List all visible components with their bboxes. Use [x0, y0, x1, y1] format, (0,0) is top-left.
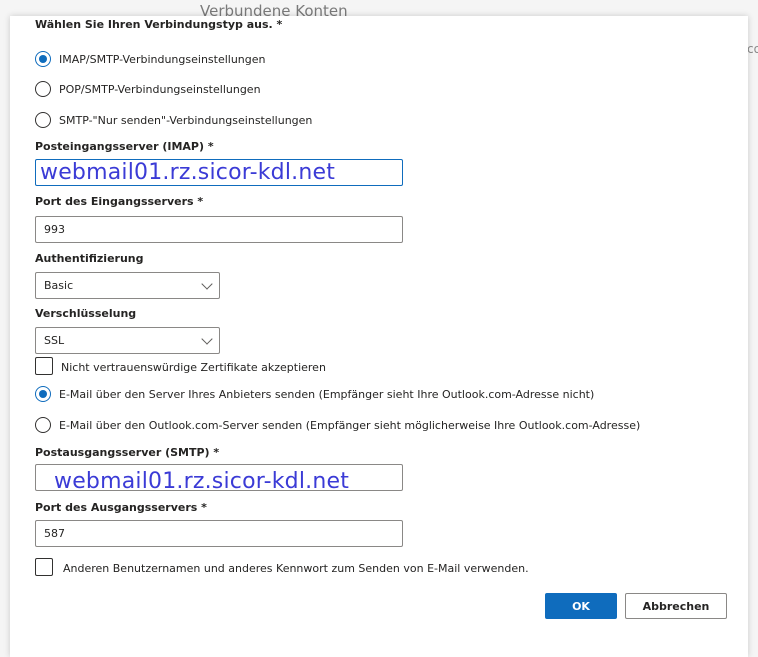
radio-pop-smtp-indicator[interactable]	[35, 81, 51, 97]
radio-smtp-send-only[interactable]: SMTP-"Nur senden"-Verbindungseinstellung…	[35, 111, 435, 131]
chevron-down-icon	[201, 332, 213, 345]
untrusted-cert-checkbox-row[interactable]: Nicht vertrauenswürdige Zertifikate akze…	[35, 357, 435, 377]
outgoing-port-input[interactable]: 587	[35, 520, 403, 547]
alt-credentials-checkbox[interactable]	[35, 558, 53, 576]
radio-send-outlook-server[interactable]: E-Mail über den Outlook.com-Server sende…	[35, 416, 745, 436]
account-settings-dialog: Wählen Sie Ihren Verbindungstyp aus. * I…	[10, 16, 748, 657]
authentication-select[interactable]: Basic	[35, 272, 220, 299]
radio-pop-smtp-label: POP/SMTP-Verbindungseinstellungen	[59, 83, 261, 96]
alt-credentials-label: Anderen Benutzernamen und anderes Kennwo…	[63, 562, 529, 575]
radio-imap-smtp-label: IMAP/SMTP-Verbindungseinstellungen	[59, 53, 266, 66]
radio-send-provider-server-label: E-Mail über den Server Ihres Anbieters s…	[59, 388, 595, 401]
incoming-server-label: Posteingangsserver (IMAP) *	[35, 140, 214, 153]
radio-send-provider-server-indicator[interactable]	[35, 386, 51, 402]
radio-send-outlook-server-indicator[interactable]	[35, 417, 51, 433]
untrusted-cert-label: Nicht vertrauenswürdige Zertifikate akze…	[61, 361, 326, 374]
ok-button[interactable]: OK	[545, 593, 617, 619]
encryption-select[interactable]: SSL	[35, 327, 220, 354]
radio-smtp-send-only-indicator[interactable]	[35, 112, 51, 128]
background-cut-text: co	[747, 42, 758, 56]
untrusted-cert-checkbox[interactable]	[35, 357, 53, 375]
authentication-label: Authentifizierung	[35, 252, 144, 265]
radio-send-outlook-server-label: E-Mail über den Outlook.com-Server sende…	[59, 419, 641, 432]
incoming-server-value: webmail01.rz.sicor-kdl.net	[40, 160, 336, 185]
cancel-button[interactable]: Abbrechen	[625, 593, 727, 619]
encryption-value: SSL	[44, 334, 65, 347]
outgoing-server-value: webmail01.rz.sicor-kdl.net	[54, 469, 350, 494]
radio-imap-smtp[interactable]: IMAP/SMTP-Verbindungseinstellungen	[35, 50, 435, 70]
incoming-port-label: Port des Eingangsservers *	[35, 195, 204, 208]
outgoing-port-label: Port des Ausgangsservers *	[35, 501, 207, 514]
radio-imap-smtp-indicator[interactable]	[35, 51, 51, 67]
chevron-down-icon	[201, 277, 213, 290]
radio-smtp-send-only-label: SMTP-"Nur senden"-Verbindungseinstellung…	[59, 114, 313, 127]
outgoing-server-label: Postausgangsserver (SMTP) *	[35, 446, 220, 459]
radio-pop-smtp[interactable]: POP/SMTP-Verbindungseinstellungen	[35, 80, 435, 100]
authentication-value: Basic	[44, 279, 74, 292]
connection-type-label: Wählen Sie Ihren Verbindungstyp aus. *	[35, 18, 283, 31]
alt-credentials-checkbox-row[interactable]: Anderen Benutzernamen und anderes Kennwo…	[35, 558, 635, 578]
incoming-port-input[interactable]: 993	[35, 216, 403, 243]
encryption-label: Verschlüsselung	[35, 307, 137, 320]
radio-send-provider-server[interactable]: E-Mail über den Server Ihres Anbieters s…	[35, 385, 735, 405]
